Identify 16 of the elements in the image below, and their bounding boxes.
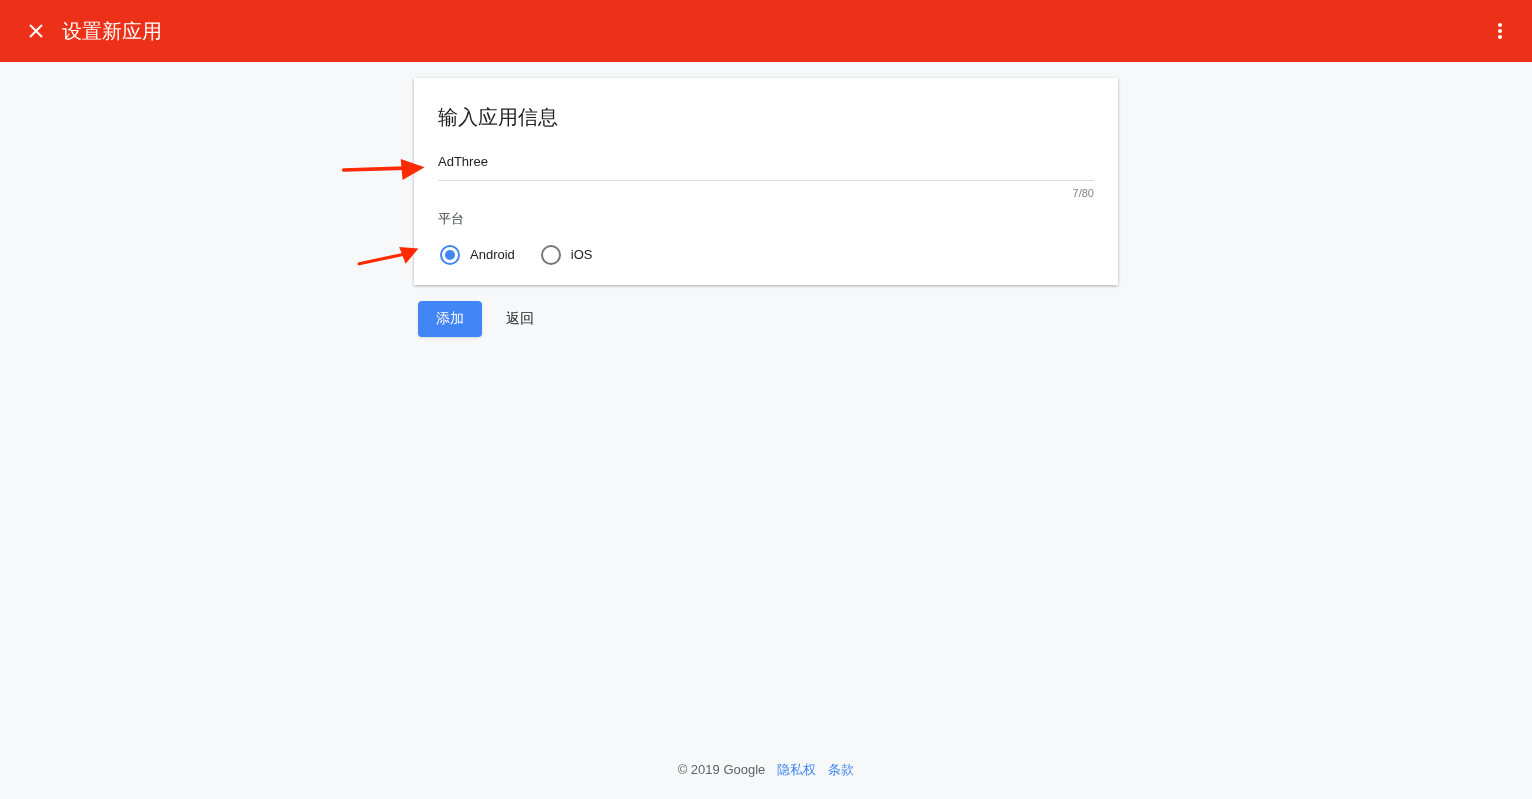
character-counter: 7/80 <box>1072 185 1094 201</box>
radio-label: Android <box>470 245 515 264</box>
add-button[interactable]: 添加 <box>418 300 482 337</box>
footer-link[interactable]: 条款 <box>828 759 855 779</box>
copyright-text: © 2019 Google <box>677 760 766 779</box>
more-icon <box>1498 23 1502 39</box>
footer-link[interactable]: 隐私权 <box>777 759 817 779</box>
page-title: 设置新应用 <box>62 19 162 44</box>
app-name-input[interactable]: AdThree <box>438 152 1094 181</box>
card-title: 输入应用信息 <box>438 105 559 130</box>
radio-label: iOS <box>570 245 593 264</box>
back-button[interactable]: 返回 <box>498 300 542 337</box>
platform-label: 平台 <box>438 210 465 228</box>
close-icon <box>28 23 44 39</box>
radio-button[interactable] <box>440 244 460 265</box>
radio-button[interactable] <box>540 244 561 265</box>
